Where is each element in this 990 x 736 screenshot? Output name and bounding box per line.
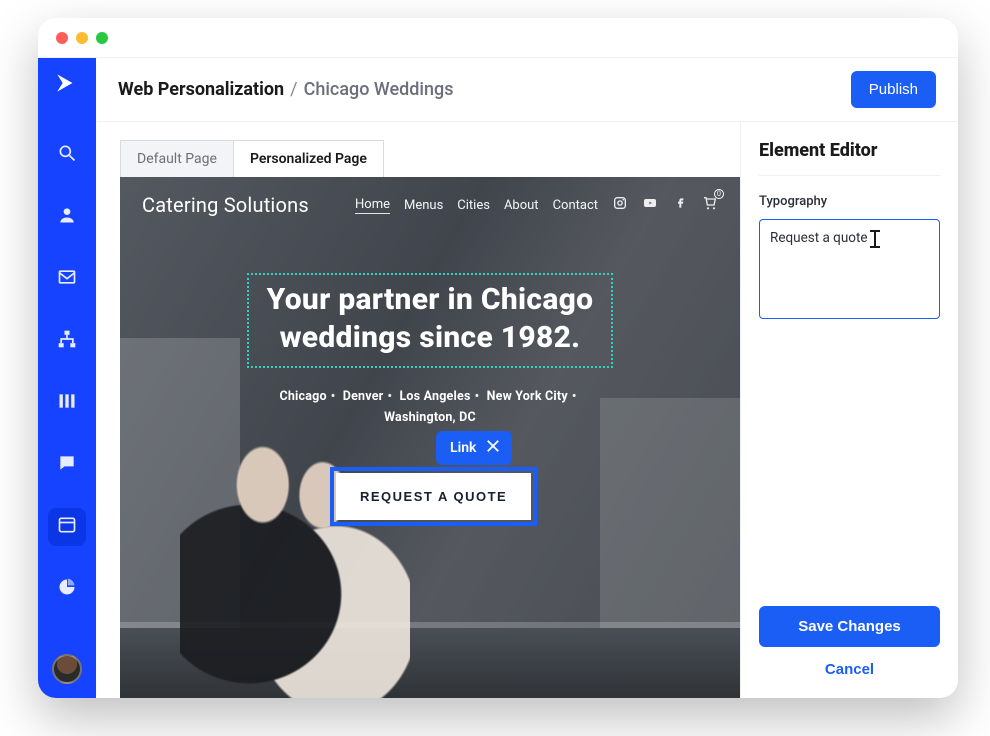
chat-icon [57,453,77,477]
typography-text-value: Request a quote [770,230,868,246]
text-caret-icon [870,232,880,248]
topbar: Web Personalization / Chicago Weddings P… [96,58,958,122]
window-minimize-dot[interactable] [76,32,88,44]
person-icon [57,205,77,229]
sitemap-icon [57,329,77,353]
titlebar [38,18,958,58]
selected-cta-element[interactable]: REQUEST A QUOTE [330,467,537,526]
city-item: Denver [343,389,384,404]
sidebar-item-campaigns[interactable] [48,260,86,298]
selected-heading-element[interactable]: Your partner in Chicago weddings since 1… [247,273,614,368]
page-preview: Catering Solutions Home Menus Cities Abo… [120,177,740,698]
preview-nav: Home Menus Cities About Contact [355,195,718,215]
window-icon [57,515,77,539]
link-chip-label: Link [450,440,476,456]
nav-link-cities[interactable]: Cities [457,198,490,213]
heading-line-2: weddings since 1982. [267,319,594,357]
heading-line-1: Your partner in Chicago [267,281,594,319]
city-item: Los Angeles [399,389,470,404]
pie-chart-icon [57,577,77,601]
mail-icon [57,267,77,291]
sidebar-item-site[interactable] [48,508,86,546]
nav-link-about[interactable]: About [504,198,539,213]
tab-personalized-page[interactable]: Personalized Page [234,140,384,177]
breadcrumb-leaf: Chicago Weddings [304,79,454,100]
app-sidebar [38,58,96,698]
facebook-icon[interactable] [672,195,688,215]
sidebar-item-conversations[interactable] [48,446,86,484]
sidebar-item-search[interactable] [48,136,86,174]
nav-link-menus[interactable]: Menus [404,198,443,213]
canvas-area: Default Page Personalized Page Catering … [96,122,740,698]
preview-brand: Catering Solutions [142,193,309,217]
youtube-icon[interactable] [642,195,658,215]
tab-default-page[interactable]: Default Page [120,140,234,177]
sidebar-item-contacts[interactable] [48,198,86,236]
columns-icon [57,391,77,415]
cancel-button[interactable]: Cancel [759,647,940,680]
cart-badge: 0 [714,189,724,199]
sidebar-item-automations[interactable] [48,322,86,360]
request-quote-button[interactable]: REQUEST A QUOTE [336,473,531,520]
user-avatar[interactable] [52,654,82,684]
window-close-dot[interactable] [56,32,68,44]
city-item: Chicago [279,389,326,404]
search-icon [57,143,77,167]
breadcrumb-root[interactable]: Web Personalization [118,79,284,100]
editor-title: Element Editor [759,140,940,176]
typography-text-input[interactable]: Request a quote [759,219,940,319]
save-changes-button[interactable]: Save Changes [759,606,940,647]
typography-label: Typography [759,194,940,209]
app-window: Web Personalization / Chicago Weddings P… [38,18,958,698]
breadcrumb: Web Personalization / Chicago Weddings [118,79,454,100]
link-action-chip[interactable]: Link [436,431,512,465]
city-item: New York City [487,389,568,404]
city-item: Washington, DC [279,407,580,428]
close-icon[interactable] [484,437,502,459]
sidebar-item-reports[interactable] [48,570,86,608]
nav-link-home[interactable]: Home [355,197,390,214]
nav-link-contact[interactable]: Contact [553,198,598,213]
brand-logo-icon [54,70,80,100]
cities-list: Chicago• Denver• Los Angeles• New York C… [279,386,580,429]
cart-icon[interactable]: 0 [702,195,718,215]
element-editor-panel: Element Editor Typography Request a quot… [740,122,958,698]
sidebar-item-deals[interactable] [48,384,86,422]
breadcrumb-separator: / [290,79,297,100]
instagram-icon[interactable] [612,195,628,215]
window-zoom-dot[interactable] [96,32,108,44]
page-tabs: Default Page Personalized Page [120,140,740,177]
publish-button[interactable]: Publish [851,71,936,108]
